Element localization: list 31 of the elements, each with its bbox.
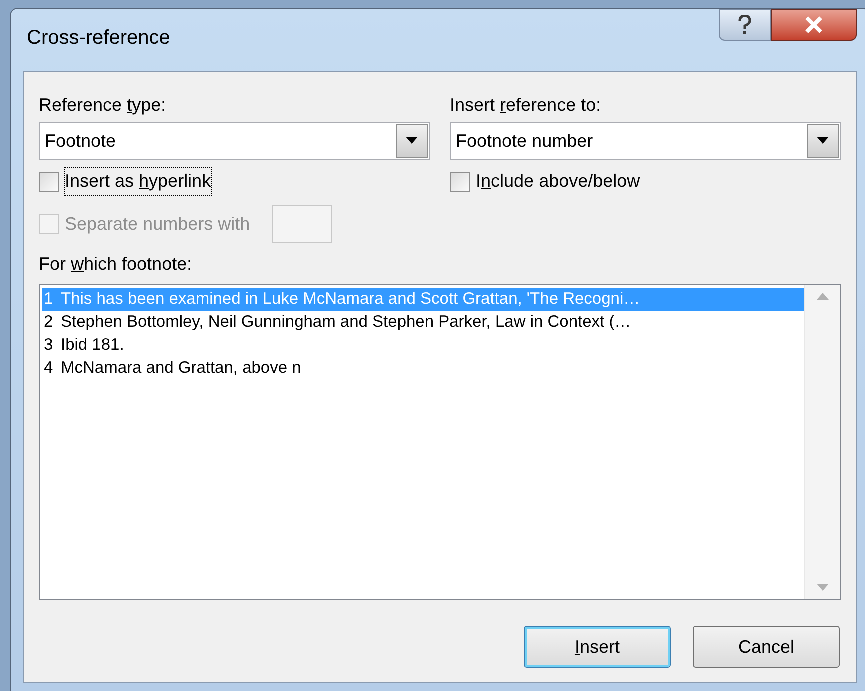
dropdown-value: Footnote number <box>455 130 594 152</box>
footnote-list[interactable]: 1 This has been examined in Luke McNamara and Scott Grattan, 'The Recogni… 2 Stephen Bottomley, Neil Gunningham and Stephen Parker, Law in Context (… 3 Ibid 181. 4 McNamara and Grattan, above n <box>39 284 841 600</box>
close-icon <box>804 16 824 34</box>
checkbox-label: Insert as hyperlink <box>65 168 212 195</box>
help-icon <box>738 15 752 35</box>
list-item[interactable]: 3 Ibid 181. <box>42 334 804 357</box>
checkbox[interactable] <box>39 172 59 192</box>
field-label: Reference type: <box>39 94 168 117</box>
field-label: Insert reference to: <box>450 94 602 117</box>
scrollbar[interactable] <box>804 285 840 599</box>
cancel-button[interactable]: Cancel <box>693 626 840 668</box>
window-title: Cross-reference <box>27 26 170 51</box>
checkbox[interactable] <box>450 172 470 192</box>
checkbox-label: Include above/below <box>476 170 640 193</box>
dropdown-button[interactable] <box>807 124 839 158</box>
scroll-down-icon[interactable] <box>816 584 828 591</box>
list-item[interactable]: 4 McNamara and Grattan, above n <box>42 357 804 380</box>
insert-button[interactable]: Insert <box>524 626 671 668</box>
dropdown[interactable]: Footnote <box>39 122 430 160</box>
number-field <box>272 205 332 243</box>
dropdown[interactable]: Footnote number <box>450 122 841 160</box>
caret-icon <box>817 137 829 145</box>
dropdown-value: Footnote <box>44 130 118 152</box>
help-button[interactable] <box>719 9 771 41</box>
checkbox-label: Separate numbers with <box>65 212 250 236</box>
dropdown-button[interactable] <box>396 124 428 158</box>
caret-icon <box>406 137 418 145</box>
scroll-up-icon[interactable] <box>816 293 828 300</box>
list-item[interactable]: 2 Stephen Bottomley, Neil Gunningham and Stephen Parker, Law in Context (… <box>42 311 804 334</box>
close-button[interactable] <box>771 9 857 41</box>
list-label: For which footnote: <box>39 253 194 276</box>
